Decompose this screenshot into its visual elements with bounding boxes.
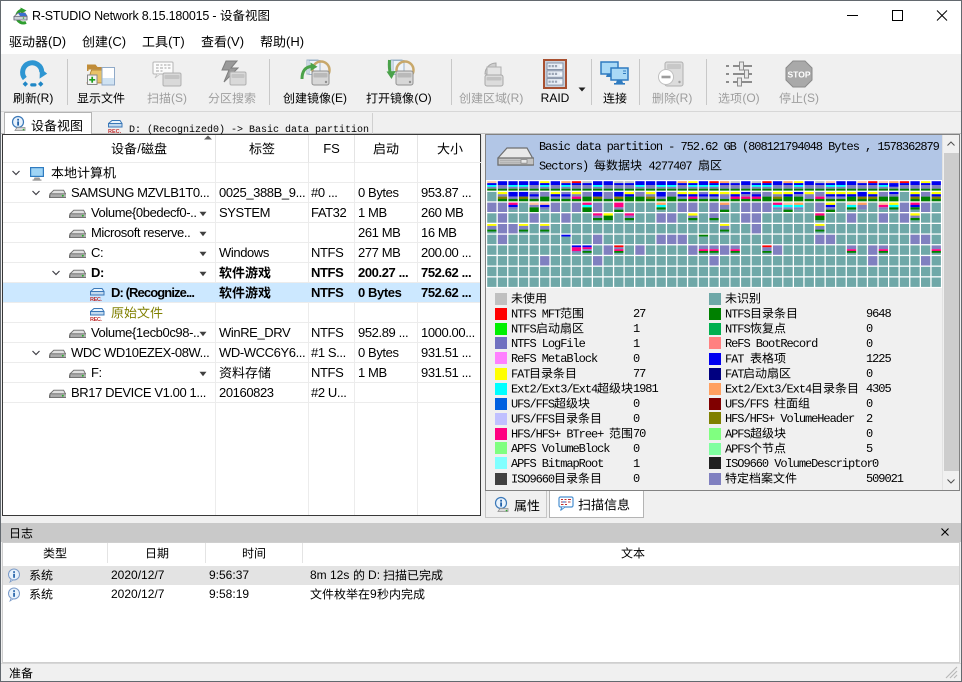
svg-text:REC.: REC. — [90, 297, 102, 302]
svg-text:STOP: STOP — [788, 70, 811, 80]
svg-text:REC.: REC. — [90, 317, 102, 322]
